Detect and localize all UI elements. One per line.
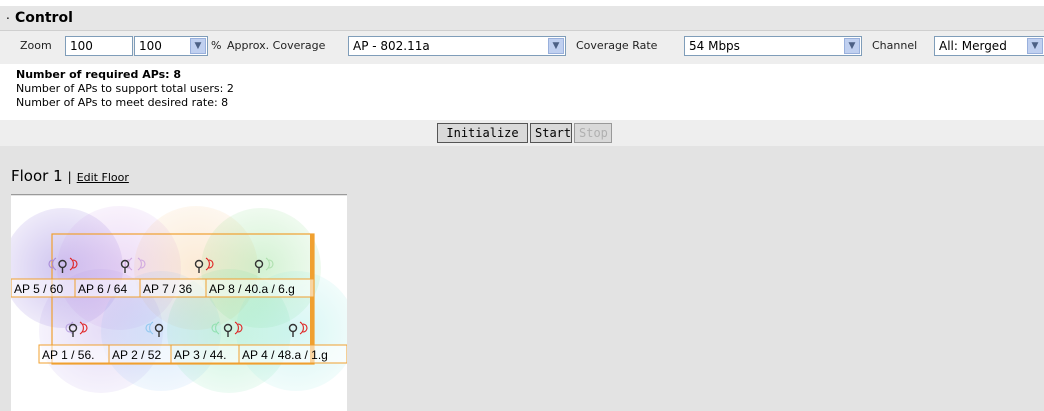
rate-select[interactable]: 54 Mbps ▼: [684, 36, 862, 56]
stop-button[interactable]: Stop: [574, 123, 612, 143]
channel-select[interactable]: All: Merged ▼: [934, 36, 1044, 56]
ap-label[interactable]: AP 4 / 48.a / 1.g: [242, 348, 328, 362]
required-aps: Number of required APs: 8: [16, 68, 182, 81]
rate-label: Coverage Rate: [576, 39, 658, 52]
ap-stats: Number of required APs: 8 Number of APs …: [0, 64, 1044, 120]
action-buttons: Initialize Start Stop: [0, 120, 1044, 146]
channel-label: Channel: [872, 39, 918, 52]
chevron-down-icon[interactable]: ▼: [190, 38, 206, 54]
ap-label[interactable]: AP 6 / 64: [78, 282, 127, 296]
rate-select-value: 54 Mbps: [689, 39, 740, 53]
zoom-select[interactable]: 100 ▼: [134, 36, 208, 56]
control-title-bar: . Control: [0, 6, 1044, 30]
panel-title: Control: [15, 10, 73, 26]
channel-select-value: All: Merged: [939, 39, 1007, 53]
zoom-label: Zoom: [20, 39, 52, 52]
bullet-dot: .: [6, 8, 10, 22]
floor-heading: Floor 1 | Edit Floor: [11, 167, 129, 185]
ap-label[interactable]: AP 7 / 36: [143, 282, 192, 296]
floor-separator: |: [67, 170, 72, 184]
chevron-down-icon[interactable]: ▼: [1027, 38, 1043, 54]
floor-plan: AP 5 / 60 AP 6 / 64 AP 7 / 36 AP 8 / 40.…: [11, 206, 347, 393]
ap-label[interactable]: AP 2 / 52: [112, 348, 161, 362]
zoom-input[interactable]: 100: [65, 36, 133, 56]
ap-label[interactable]: AP 1 / 56.: [42, 348, 94, 362]
ap-label[interactable]: AP 5 / 60: [14, 282, 63, 296]
floor-title: Floor 1: [11, 167, 63, 185]
control-toolbar: Zoom 100 100 ▼ % Approx. Coverage AP - 8…: [0, 30, 1044, 65]
floor-map: AP 5 / 60 AP 6 / 64 AP 7 / 36 AP 8 / 40.…: [11, 196, 347, 411]
initialize-button[interactable]: Initialize: [437, 123, 528, 143]
coverage-select-value: AP - 802.11a: [353, 39, 430, 53]
zoom-unit: %: [211, 39, 222, 52]
coverage-select[interactable]: AP - 802.11a ▼: [348, 36, 566, 56]
ap-label[interactable]: AP 8 / 40.a / 6.g: [209, 282, 295, 296]
aps-for-users: Number of APs to support total users: 2: [16, 82, 234, 95]
floor-divider: [11, 194, 347, 195]
ap-label[interactable]: AP 3 / 44.: [174, 348, 226, 362]
aps-for-rate: Number of APs to meet desired rate: 8: [16, 96, 229, 109]
start-button[interactable]: Start: [530, 123, 572, 143]
edit-floor-link[interactable]: Edit Floor: [77, 171, 129, 184]
coverage-label: Approx. Coverage: [227, 39, 326, 52]
chevron-down-icon[interactable]: ▼: [844, 38, 860, 54]
zoom-select-value: 100: [139, 39, 162, 53]
chevron-down-icon[interactable]: ▼: [548, 38, 564, 54]
